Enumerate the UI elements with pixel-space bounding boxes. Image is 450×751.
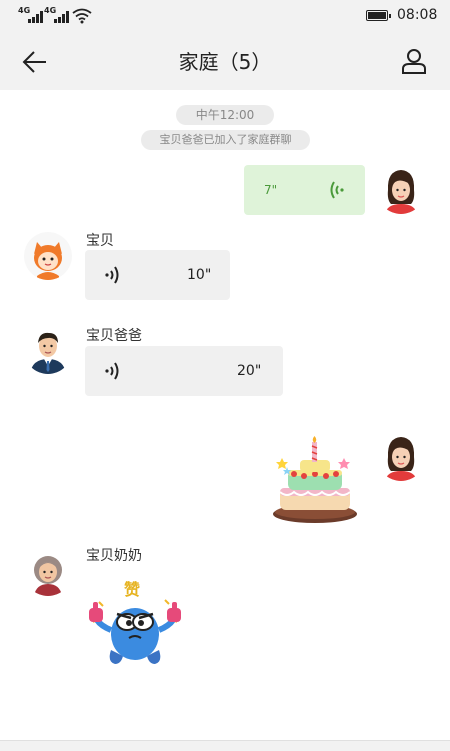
voice-message-bubble[interactable]: 20"	[85, 346, 283, 396]
system-notice: 宝贝爸爸已加入了家庭群聊	[141, 130, 310, 150]
voice-message-bubble[interactable]: 7"	[244, 165, 365, 215]
voice-duration: 7"	[264, 183, 278, 197]
chat-header: 家庭（5）	[0, 32, 450, 90]
thumbs-up-monster-sticker[interactable]: 赞	[85, 574, 185, 666]
voice-playing-icon	[105, 362, 119, 380]
voice-duration: 20"	[237, 363, 262, 379]
my-avatar[interactable]	[377, 433, 425, 481]
status-time: 08:08	[397, 7, 438, 23]
status-bar: 4G 4G 08:08	[0, 0, 450, 32]
page-title: 家庭（5）	[178, 50, 272, 74]
sender-name: 宝贝	[86, 233, 114, 249]
voice-message-bubble[interactable]: 10"	[85, 250, 230, 300]
sender-name: 宝贝爸爸	[86, 328, 142, 344]
battery-icon	[366, 10, 391, 21]
birthday-cake-sticker[interactable]	[270, 436, 360, 526]
chat-timestamp: 中午12:00	[176, 105, 274, 125]
voice-playing-icon	[330, 181, 344, 199]
bottom-bar	[0, 740, 450, 751]
wifi-icon	[72, 8, 92, 24]
my-avatar[interactable]	[377, 166, 425, 214]
voice-playing-icon	[105, 266, 119, 284]
avatar-baobei-nainai[interactable]	[24, 548, 72, 596]
voice-duration: 10"	[187, 267, 212, 283]
sender-name: 宝贝奶奶	[86, 548, 142, 564]
avatar-baobei-baba[interactable]	[24, 326, 72, 374]
person-icon[interactable]	[400, 47, 428, 75]
avatar-baobei[interactable]	[24, 232, 72, 280]
